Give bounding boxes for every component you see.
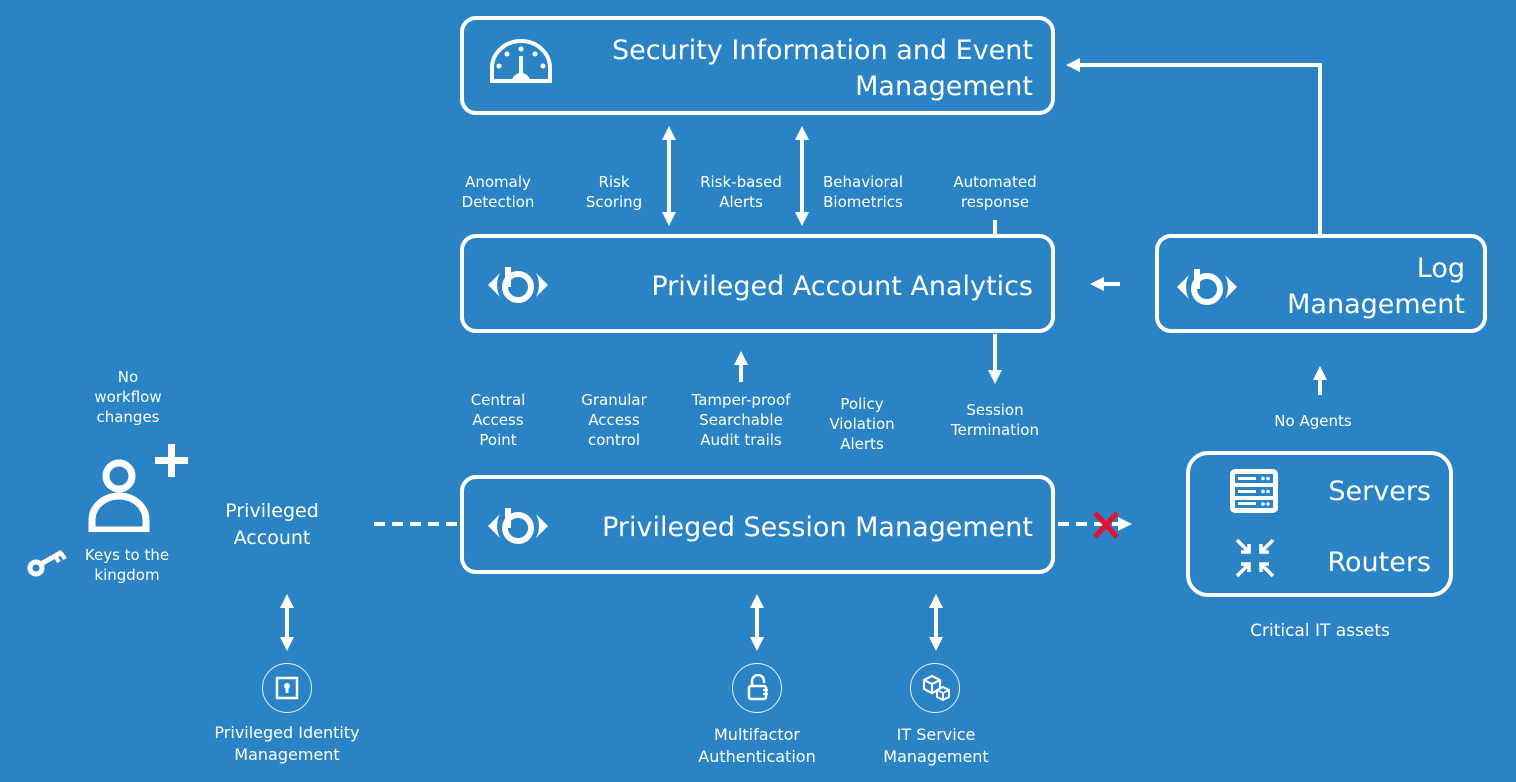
feature-anomaly-detection: Anomaly Detection — [461, 173, 535, 211]
siem-title-line2: Management — [855, 71, 1033, 102]
server-icon — [1230, 469, 1278, 513]
mfa-label: Multifactor Authentication — [698, 725, 816, 766]
mfa-icon-circle — [732, 663, 782, 713]
psm-box[interactable]: Privileged Session Management — [460, 475, 1055, 574]
feature-behavioral-biometrics: Behavioral Biometrics — [823, 173, 903, 211]
itsm-label: IT Service Management — [883, 725, 989, 766]
critical-assets-box[interactable]: Servers Routers — [1186, 451, 1453, 597]
log-management-box[interactable]: Log Management — [1155, 234, 1487, 333]
unlock-icon — [747, 674, 768, 701]
feature-automated-response: Automated response — [953, 173, 1037, 211]
servers-label: Servers — [1328, 476, 1431, 507]
keys-to-kingdom-label: Keys to the kingdom — [84, 546, 170, 584]
privileged-account-label: Privileged Account — [225, 500, 319, 549]
feature-policy-violation-alerts: Policy Violation Alerts — [829, 395, 895, 453]
routers-label: Routers — [1327, 547, 1431, 578]
router-icon — [1235, 538, 1275, 578]
feature-audit-trails: Tamper-proof Searchable Audit trails — [691, 391, 791, 449]
feature-granular-access-control: Granular Access control — [581, 391, 647, 449]
packages-icon — [922, 674, 950, 702]
balabit-eye-icon — [488, 508, 548, 544]
critical-assets-caption: Critical IT assets — [1250, 621, 1390, 641]
feature-risk-based-alerts: Risk-based Alerts — [700, 173, 782, 211]
itsm-icon-circle — [910, 663, 960, 713]
siem-box[interactable]: Security Information and Event Managemen… — [460, 16, 1055, 115]
dashboard-gauge-icon — [490, 39, 552, 83]
balabit-eye-icon — [1177, 269, 1237, 305]
psm-title: Privileged Session Management — [602, 512, 1033, 543]
log-to-siem-arrow — [1066, 58, 1322, 236]
balabit-eye-icon — [488, 267, 548, 303]
pim-label: Privileged Identity Management — [214, 723, 360, 764]
paa-title: Privileged Account Analytics — [651, 271, 1033, 302]
log-title-line1: Log — [1416, 253, 1465, 284]
feature-session-termination: Session Termination — [951, 401, 1039, 439]
siem-title-line1: Security Information and Event — [611, 35, 1033, 66]
no-agents-label: No Agents — [1274, 412, 1352, 430]
no-workflow-changes-label: No workflow changes — [94, 368, 162, 426]
log-title-line2: Management — [1287, 289, 1465, 320]
paa-box[interactable]: Privileged Account Analytics — [460, 234, 1055, 333]
safe-lock-icon — [275, 676, 299, 700]
add-user-icon — [88, 444, 188, 532]
feature-central-access-point: Central Access Point — [470, 391, 526, 449]
pim-icon-circle — [262, 663, 312, 713]
feature-risk-scoring: Risk Scoring — [585, 173, 643, 211]
key-icon — [27, 549, 67, 577]
